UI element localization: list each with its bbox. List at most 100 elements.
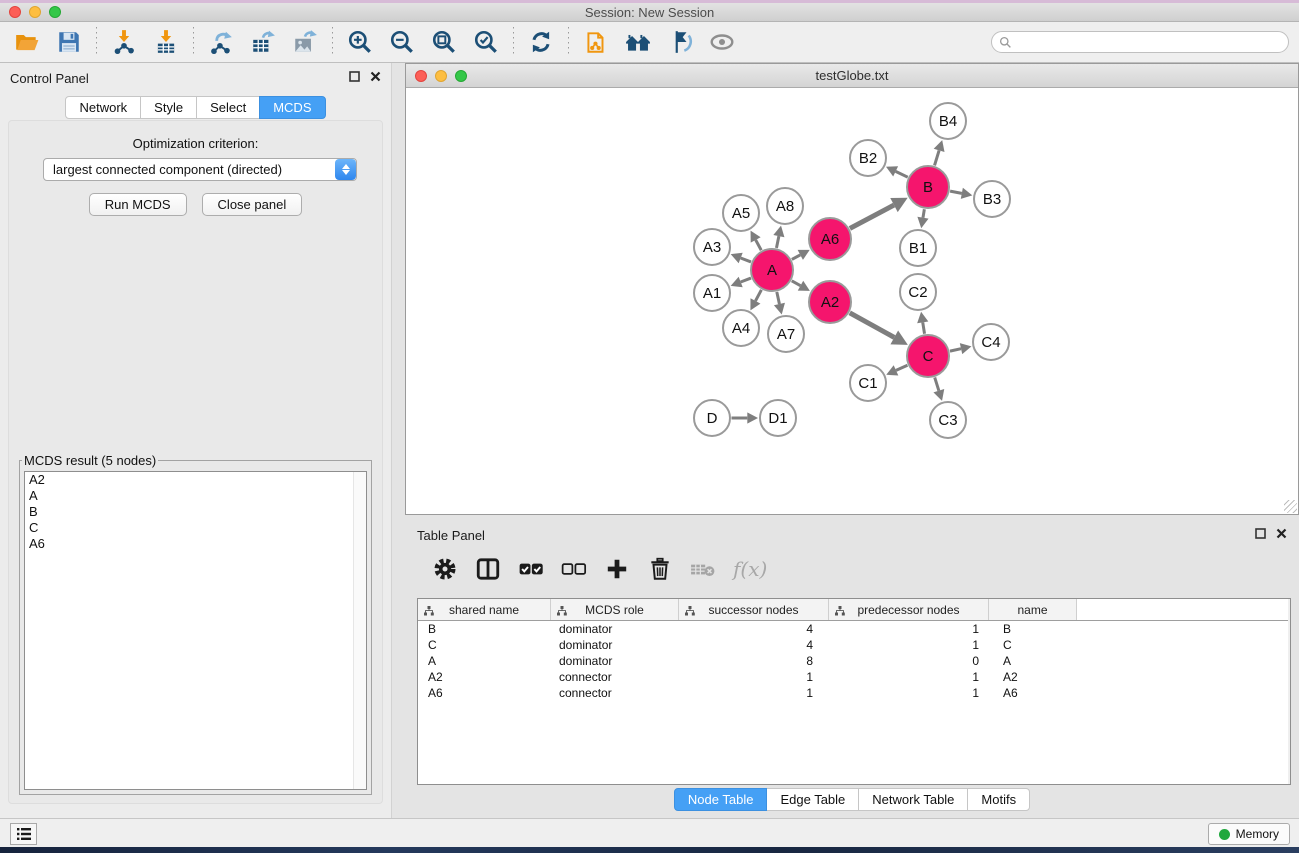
edge-A-A2[interactable] — [792, 281, 801, 286]
close-table-panel-icon[interactable] — [1276, 526, 1287, 544]
home-session-icon[interactable] — [623, 27, 653, 57]
edge-B-B2[interactable] — [896, 171, 908, 177]
resize-grip[interactable] — [1284, 500, 1297, 513]
edge-C-C3[interactable] — [935, 377, 939, 390]
table-header-row[interactable]: shared nameMCDS rolesuccessor nodesprede… — [418, 599, 1290, 621]
save-icon[interactable] — [54, 27, 84, 57]
add-column-icon[interactable] — [604, 556, 630, 582]
cell[interactable]: A2 — [418, 670, 551, 684]
result-item[interactable]: A — [25, 488, 366, 504]
gear-icon[interactable] — [432, 556, 458, 582]
zoom-selected-icon[interactable] — [471, 27, 501, 57]
tab-select[interactable]: Select — [196, 96, 260, 119]
cell[interactable]: 1 — [829, 622, 989, 636]
cell[interactable]: 1 — [679, 670, 829, 684]
deselect-all-checkboxes-icon[interactable] — [561, 556, 587, 582]
search-input[interactable] — [1012, 33, 1288, 51]
network-graph[interactable]: B4B2BB3A8A5A6A3B1AA1C2A2A4A7C4CC1DD1C3 — [406, 88, 1298, 514]
edge-B-B4[interactable] — [935, 150, 940, 165]
tab-mcds[interactable]: MCDS — [259, 96, 325, 119]
cell[interactable]: 4 — [679, 638, 829, 652]
zoom-in-icon[interactable] — [345, 27, 375, 57]
memory-button[interactable]: Memory — [1208, 823, 1290, 845]
close-panel-icon[interactable] — [370, 69, 381, 87]
column-header-name[interactable]: name — [989, 599, 1077, 620]
cell[interactable]: 1 — [829, 686, 989, 700]
column-header-predecessor-nodes[interactable]: predecessor nodes — [829, 599, 989, 620]
tab-network[interactable]: Network — [65, 96, 141, 119]
mcds-result-list[interactable]: A2ABCA6 — [24, 471, 367, 790]
zoom-fit-icon[interactable] — [429, 27, 459, 57]
table-row[interactable]: Bdominator41B — [418, 621, 1290, 637]
column-header-shared-name[interactable]: shared name — [418, 599, 551, 620]
float-panel-icon[interactable] — [349, 69, 360, 87]
table-row[interactable]: Cdominator41C — [418, 637, 1290, 653]
export-table-icon[interactable] — [248, 27, 278, 57]
task-history-button[interactable] — [10, 823, 37, 845]
import-table-icon[interactable] — [151, 27, 181, 57]
result-item[interactable]: A6 — [25, 536, 366, 552]
split-columns-icon[interactable] — [475, 556, 501, 582]
close-panel-button[interactable]: Close panel — [202, 193, 303, 216]
cell[interactable]: dominator — [551, 654, 679, 668]
result-item[interactable]: A2 — [25, 472, 366, 488]
cell[interactable]: B — [989, 622, 1077, 636]
result-item[interactable]: C — [25, 520, 366, 536]
cell[interactable]: C — [989, 638, 1077, 652]
run-mcds-button[interactable]: Run MCDS — [89, 193, 187, 216]
column-header-successor-nodes[interactable]: successor nodes — [679, 599, 829, 620]
table-scrollbar[interactable] — [1288, 599, 1290, 784]
cell[interactable]: dominator — [551, 638, 679, 652]
cell[interactable]: A6 — [418, 686, 551, 700]
cell[interactable]: 1 — [679, 686, 829, 700]
cell[interactable]: 4 — [679, 622, 829, 636]
result-scrollbar[interactable] — [353, 472, 366, 789]
function-builder-icon[interactable]: f(x) — [733, 557, 767, 581]
cell[interactable]: A2 — [989, 670, 1077, 684]
edge-A2-C[interactable] — [850, 313, 895, 338]
cell[interactable]: connector — [551, 686, 679, 700]
cell[interactable]: dominator — [551, 622, 679, 636]
edge-C-C4[interactable] — [950, 349, 961, 351]
network-document-icon[interactable] — [581, 27, 611, 57]
cell[interactable]: A — [418, 654, 551, 668]
result-item[interactable]: B — [25, 504, 366, 520]
tab-network-table[interactable]: Network Table — [858, 788, 968, 811]
network-window-titlebar[interactable]: testGlobe.txt — [406, 64, 1298, 88]
edge-A-A5[interactable] — [756, 240, 762, 250]
cell[interactable]: connector — [551, 670, 679, 684]
edge-B-B1[interactable] — [923, 209, 924, 218]
cell[interactable]: 0 — [829, 654, 989, 668]
delete-table-icon[interactable] — [690, 556, 716, 582]
select-all-checkboxes-icon[interactable] — [518, 556, 544, 582]
export-image-icon[interactable] — [290, 27, 320, 57]
export-network-icon[interactable] — [206, 27, 236, 57]
cell[interactable]: C — [418, 638, 551, 652]
edge-C-C1[interactable] — [896, 365, 907, 370]
network-canvas[interactable]: B4B2BB3A8A5A6A3B1AA1C2A2A4A7C4CC1DD1C3 — [406, 88, 1298, 514]
search-field[interactable] — [991, 31, 1289, 53]
tab-motifs[interactable]: Motifs — [967, 788, 1030, 811]
delete-column-icon[interactable] — [647, 556, 673, 582]
cell[interactable]: 8 — [679, 654, 829, 668]
tab-edge-table[interactable]: Edge Table — [766, 788, 859, 811]
tab-node-table[interactable]: Node Table — [674, 788, 768, 811]
column-header-MCDS-role[interactable]: MCDS role — [551, 599, 679, 620]
edge-C-C2[interactable] — [923, 322, 925, 333]
table-row[interactable]: A2connector11A2 — [418, 669, 1290, 685]
import-network-icon[interactable] — [109, 27, 139, 57]
cell[interactable]: A6 — [989, 686, 1077, 700]
node-table[interactable]: shared nameMCDS rolesuccessor nodesprede… — [417, 598, 1291, 785]
edge-A-A3[interactable] — [741, 258, 751, 262]
optimization-criterion-select[interactable]: largest connected component (directed) — [43, 158, 357, 181]
zoom-out-icon[interactable] — [387, 27, 417, 57]
cell[interactable]: B — [418, 622, 551, 636]
open-folder-icon[interactable] — [12, 27, 42, 57]
edge-A-A6[interactable] — [792, 255, 800, 260]
edge-A-A7[interactable] — [777, 292, 780, 304]
edge-B-B3[interactable] — [950, 191, 962, 193]
edge-A-A4[interactable] — [755, 290, 761, 301]
table-row[interactable]: A6connector11A6 — [418, 685, 1290, 701]
hide-graphics-details-icon[interactable] — [665, 27, 695, 57]
show-graphics-details-icon[interactable] — [707, 27, 737, 57]
